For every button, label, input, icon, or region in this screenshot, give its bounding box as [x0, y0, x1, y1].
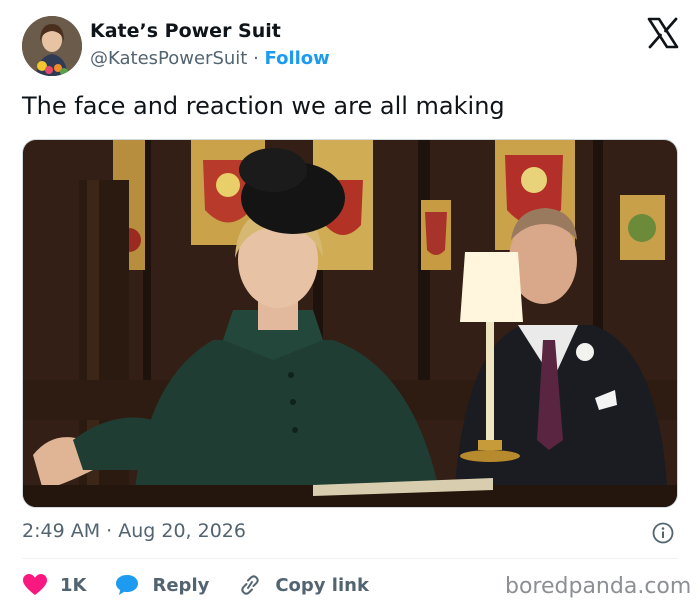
link-icon: [241, 575, 260, 595]
reply-button[interactable]: Reply: [114, 573, 209, 597]
divider: [22, 558, 678, 559]
like-button[interactable]: 1K: [22, 573, 86, 597]
avatar-image: [22, 16, 82, 76]
author-handle[interactable]: @KatesPowerSuit: [90, 48, 247, 69]
heraldic-plaque: [620, 195, 665, 260]
heraldic-plaque: [421, 200, 451, 270]
handle-separator: ·: [247, 48, 265, 69]
like-count: 1K: [60, 574, 87, 596]
tweet-photo[interactable]: [22, 139, 678, 508]
author-meta: @KatesPowerSuit · Follow: [90, 48, 330, 69]
tweet-actions: 1K Reply Copy link: [22, 570, 397, 600]
heart-icon: [23, 574, 47, 595]
reply-bubble-icon: [116, 575, 139, 595]
follow-button[interactable]: Follow: [265, 48, 330, 69]
reply-label: Reply: [152, 574, 210, 596]
copy-link-label: Copy link: [275, 574, 369, 596]
avatar[interactable]: [22, 16, 82, 76]
info-icon[interactable]: [652, 522, 674, 544]
tweet-timestamp[interactable]: 2:49 AM · Aug 20, 2026: [22, 520, 246, 542]
photo-illustration: [23, 140, 677, 507]
watermark: boredpanda.com: [505, 574, 692, 599]
tweet-text: The face and reaction we are all making: [22, 92, 505, 120]
x-logo-icon[interactable]: [646, 16, 680, 50]
copy-link-button[interactable]: Copy link: [237, 573, 369, 597]
author-name[interactable]: Kate’s Power Suit: [90, 20, 281, 42]
